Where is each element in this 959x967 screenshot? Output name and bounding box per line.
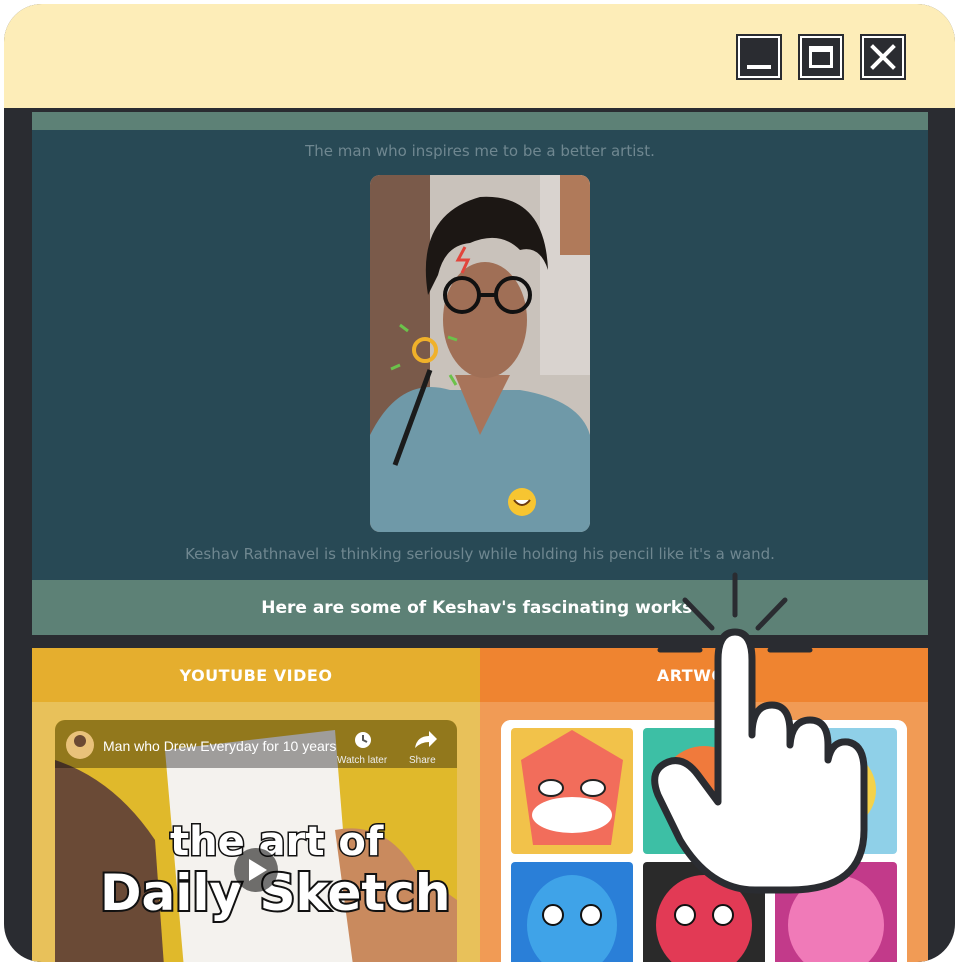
thumbnail-line1: the art of bbox=[170, 819, 384, 865]
share-label: Share bbox=[409, 755, 436, 766]
youtube-header: YOUTUBE VIDEO bbox=[32, 648, 480, 702]
watch-later-label: Watch later bbox=[337, 755, 388, 766]
section-top-strip bbox=[32, 112, 928, 130]
video-title: Man who Drew Everyday for 10 years bbox=[103, 738, 336, 754]
maximize-icon bbox=[802, 38, 840, 76]
minimize-icon bbox=[740, 38, 778, 76]
photo-caption: Keshav Rathnavel is thinking seriously w… bbox=[185, 545, 775, 563]
title-bar bbox=[4, 4, 955, 108]
pointer-hand-icon bbox=[640, 570, 880, 900]
minimize-button[interactable] bbox=[736, 34, 782, 80]
artist-photo bbox=[370, 175, 590, 532]
maximize-button[interactable] bbox=[798, 34, 844, 80]
youtube-column: YOUTUBE VIDEO Man who Drew Everyday for … bbox=[32, 648, 480, 962]
play-icon[interactable] bbox=[234, 848, 278, 892]
clock-icon[interactable] bbox=[355, 732, 371, 748]
close-button[interactable] bbox=[860, 34, 906, 80]
inspiration-caption: The man who inspires me to be a better a… bbox=[305, 142, 655, 160]
close-icon bbox=[864, 38, 902, 76]
works-banner-text: Here are some of Keshav's fascinating wo… bbox=[261, 597, 699, 618]
youtube-embed[interactable]: Man who Drew Everyday for 10 years Watch… bbox=[55, 720, 457, 962]
